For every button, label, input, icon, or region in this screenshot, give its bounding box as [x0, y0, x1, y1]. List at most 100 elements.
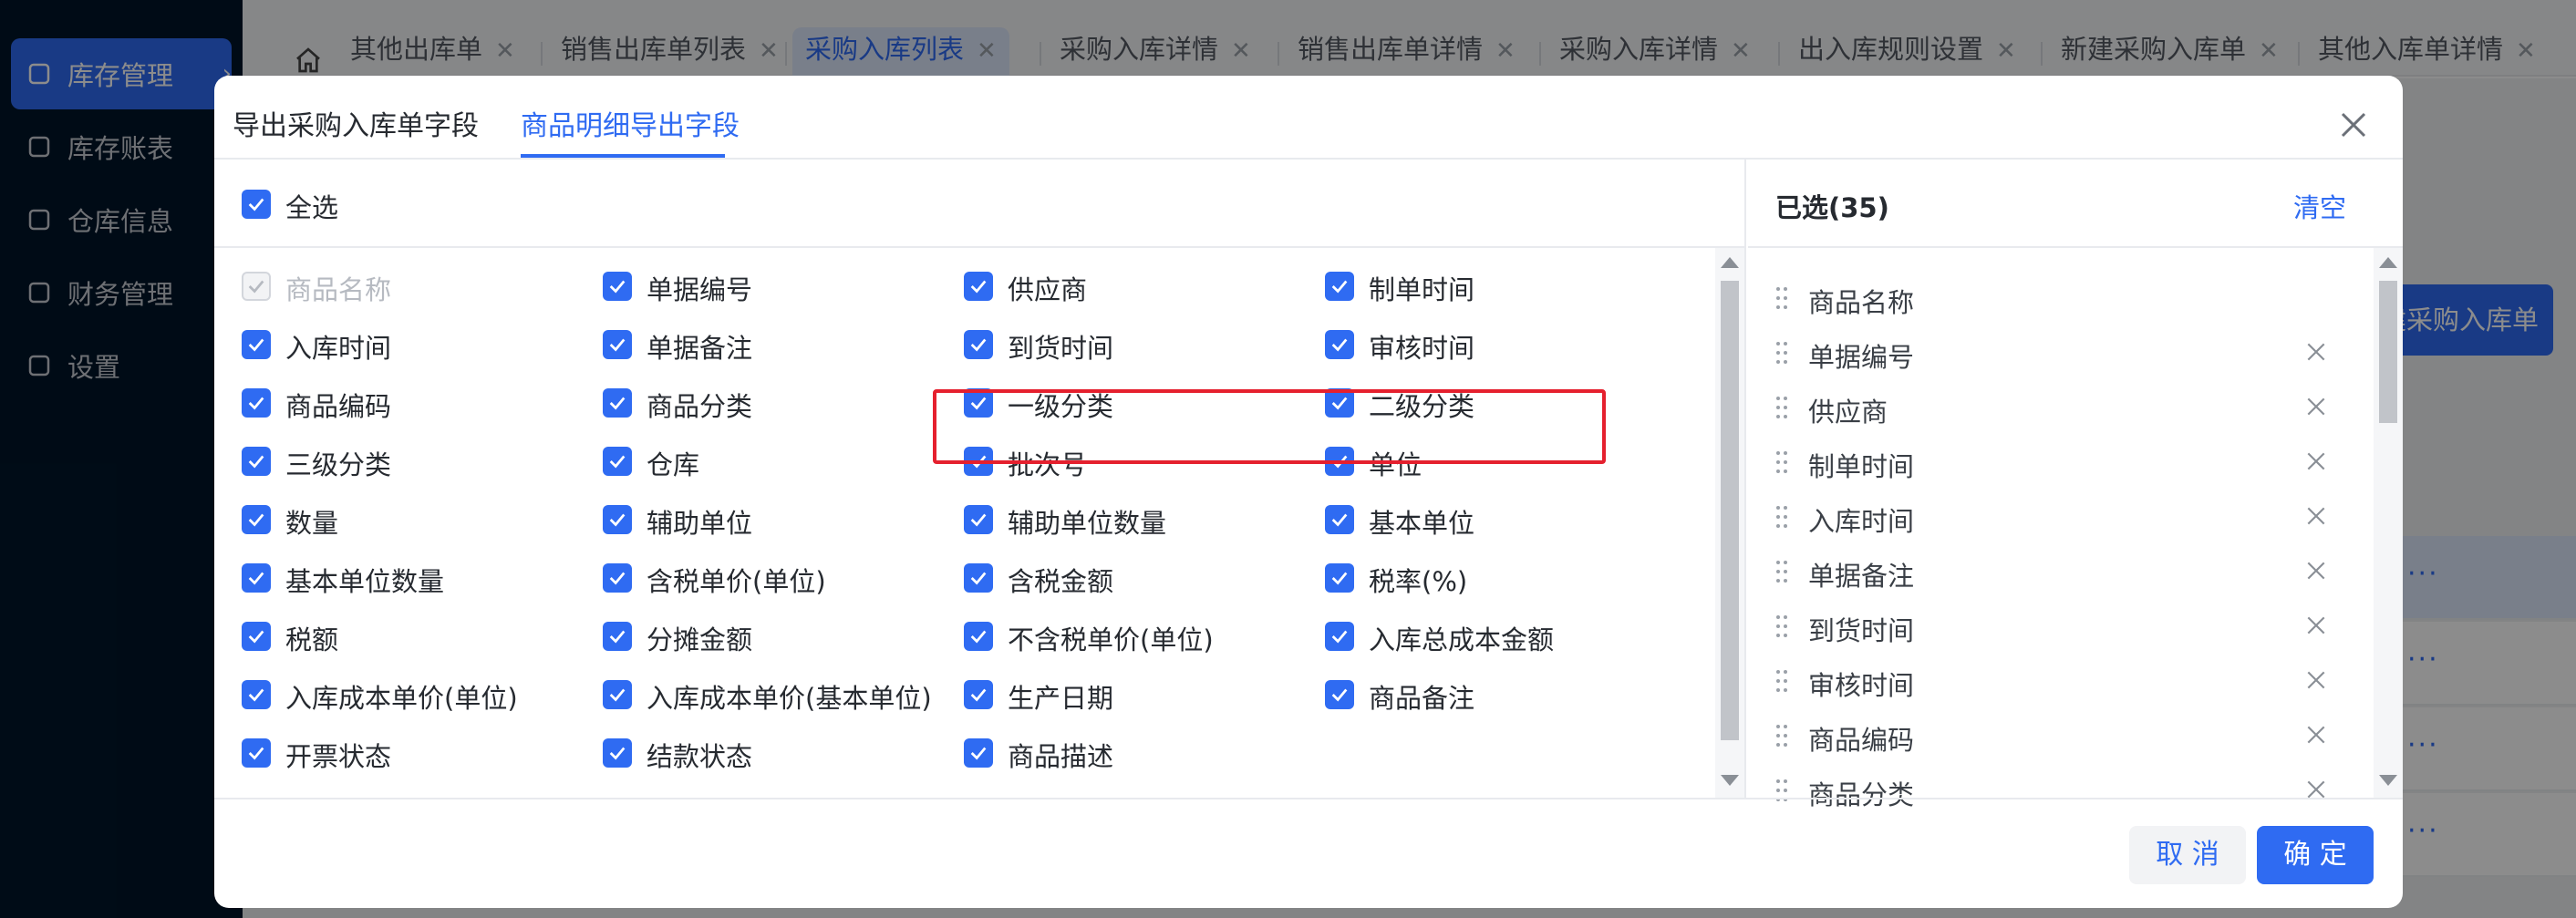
- close-icon[interactable]: [2304, 668, 2328, 692]
- field-checkbox-label[interactable]: 仓库: [647, 444, 699, 482]
- field-checkbox[interactable]: [242, 330, 271, 359]
- selected-item-label: 制单时间: [1808, 451, 1915, 482]
- drag-handle-icon[interactable]: [1775, 723, 1788, 748]
- field-checkbox-label[interactable]: 分摊金额: [647, 619, 752, 657]
- clear-button[interactable]: 清空: [2293, 187, 2346, 225]
- field-checkbox: [242, 272, 271, 301]
- field-checkbox-label[interactable]: 商品描述: [1008, 736, 1113, 774]
- selected-item[interactable]: 单据备注: [1775, 546, 2341, 601]
- field-checkbox[interactable]: [603, 738, 632, 768]
- field-options-panel: 全选 商品名称 单据编号 供应商 制单时间 入库时间 单据备注 到货时间 审核时间 商品编码 商品…: [214, 160, 1746, 798]
- field-checkbox[interactable]: [603, 272, 632, 301]
- field-checkbox-label[interactable]: 到货时间: [1008, 327, 1113, 366]
- field-checkbox[interactable]: [964, 330, 993, 359]
- field-checkbox[interactable]: [242, 563, 271, 593]
- field-checkbox[interactable]: [603, 447, 632, 476]
- field-checkbox-label[interactable]: 单据编号: [647, 269, 752, 307]
- field-checkbox-label[interactable]: 制单时间: [1369, 269, 1474, 307]
- field-checkbox[interactable]: [242, 505, 271, 534]
- field-checkbox-label[interactable]: 入库成本单价(基本单位): [647, 677, 932, 716]
- close-icon[interactable]: [2337, 108, 2370, 141]
- drag-handle-icon[interactable]: [1775, 614, 1788, 639]
- close-icon[interactable]: [2304, 559, 2328, 583]
- drag-handle-icon[interactable]: [1775, 449, 1788, 475]
- field-checkbox[interactable]: [964, 563, 993, 593]
- field-checkbox-label[interactable]: 商品备注: [1369, 677, 1474, 716]
- field-checkbox-label[interactable]: 含税单价(单位): [647, 561, 826, 599]
- confirm-button[interactable]: 确 定: [2257, 826, 2374, 884]
- select-all-checkbox[interactable]: [242, 190, 271, 219]
- drag-handle-icon[interactable]: [1775, 559, 1788, 584]
- field-checkbox-label: 商品名称: [285, 274, 392, 305]
- selected-list-scrollbar[interactable]: [2374, 248, 2403, 798]
- drag-handle-icon[interactable]: [1775, 504, 1788, 530]
- field-checkbox[interactable]: [964, 680, 993, 709]
- field-checkbox-label[interactable]: 基本单位数量: [285, 561, 444, 599]
- field-checkbox-label[interactable]: 税率(%): [1369, 561, 1467, 599]
- field-checkbox-label[interactable]: 税额: [285, 619, 338, 657]
- field-checkbox-label[interactable]: 基本单位: [1369, 502, 1474, 541]
- field-checkbox[interactable]: [242, 622, 271, 651]
- field-checkbox[interactable]: [964, 622, 993, 651]
- field-checkbox[interactable]: [603, 330, 632, 359]
- field-checkbox[interactable]: [1325, 272, 1354, 301]
- field-checkbox[interactable]: [964, 272, 993, 301]
- field-checkbox[interactable]: [603, 622, 632, 651]
- field-checkbox[interactable]: [964, 738, 993, 768]
- field-checkbox[interactable]: [964, 505, 993, 534]
- field-checkbox-label[interactable]: 数量: [285, 502, 338, 541]
- tab-product-detail-fields[interactable]: 商品明细导出字段: [521, 103, 740, 143]
- close-icon[interactable]: [2304, 723, 2328, 747]
- selected-item[interactable]: 到货时间: [1775, 601, 2341, 655]
- close-icon[interactable]: [2304, 395, 2328, 418]
- field-checkbox-label[interactable]: 商品编码: [285, 386, 391, 424]
- selected-item[interactable]: 商品编码: [1775, 710, 2341, 765]
- field-checkbox[interactable]: [603, 563, 632, 593]
- field-checkbox-label[interactable]: 审核时间: [1369, 327, 1474, 366]
- selected-item[interactable]: 入库时间: [1775, 491, 2341, 546]
- field-checkbox-label[interactable]: 辅助单位数量: [1008, 502, 1166, 541]
- field-checkbox-label[interactable]: 不含税单价(单位): [1008, 619, 1214, 657]
- drag-handle-icon[interactable]: [1775, 340, 1788, 366]
- active-tab-indicator: [521, 154, 725, 158]
- field-checkbox[interactable]: [242, 388, 271, 418]
- close-icon[interactable]: [2304, 504, 2328, 528]
- field-checkbox-label[interactable]: 开票状态: [285, 736, 391, 774]
- selected-item[interactable]: 单据编号: [1775, 327, 2341, 382]
- field-checkbox-label[interactable]: 辅助单位: [647, 502, 752, 541]
- field-checkbox[interactable]: [1325, 505, 1354, 534]
- close-icon[interactable]: [2304, 614, 2328, 637]
- field-checkbox[interactable]: [603, 680, 632, 709]
- field-checkbox-label[interactable]: 生产日期: [1008, 677, 1113, 716]
- field-checkbox-label[interactable]: 含税金额: [1008, 561, 1113, 599]
- field-checkbox[interactable]: [1325, 680, 1354, 709]
- close-icon[interactable]: [2304, 340, 2328, 364]
- selected-item[interactable]: 商品名称: [1775, 273, 2341, 327]
- cancel-button[interactable]: 取 消: [2129, 826, 2246, 884]
- field-checkbox-label[interactable]: 商品分类: [647, 386, 752, 424]
- field-list-scrollbar[interactable]: [1715, 248, 1744, 798]
- drag-handle-icon[interactable]: [1775, 668, 1788, 694]
- field-checkbox-label[interactable]: 单据备注: [647, 327, 752, 366]
- field-checkbox[interactable]: [603, 505, 632, 534]
- field-checkbox[interactable]: [242, 447, 271, 476]
- selected-item[interactable]: 审核时间: [1775, 655, 2341, 710]
- field-checkbox[interactable]: [1325, 563, 1354, 593]
- field-checkbox[interactable]: [1325, 622, 1354, 651]
- drag-handle-icon[interactable]: [1775, 395, 1788, 420]
- field-checkbox[interactable]: [1325, 330, 1354, 359]
- field-checkbox-label[interactable]: 入库成本单价(单位): [285, 677, 518, 716]
- field-checkbox-label[interactable]: 结款状态: [647, 736, 752, 774]
- field-checkbox-label[interactable]: 三级分类: [285, 444, 391, 482]
- selected-item[interactable]: 供应商: [1775, 382, 2341, 437]
- field-checkbox-label[interactable]: 入库时间: [285, 327, 391, 366]
- selected-item[interactable]: 制单时间: [1775, 437, 2341, 491]
- field-checkbox-label[interactable]: 供应商: [1008, 269, 1087, 307]
- field-checkbox[interactable]: [603, 388, 632, 418]
- drag-handle-icon[interactable]: [1775, 285, 1788, 311]
- field-checkbox[interactable]: [242, 738, 271, 768]
- close-icon[interactable]: [2304, 449, 2328, 473]
- tab-export-receipt-fields[interactable]: 导出采购入库单字段: [233, 103, 479, 143]
- field-checkbox-label[interactable]: 入库总成本金额: [1369, 619, 1554, 657]
- field-checkbox[interactable]: [242, 680, 271, 709]
